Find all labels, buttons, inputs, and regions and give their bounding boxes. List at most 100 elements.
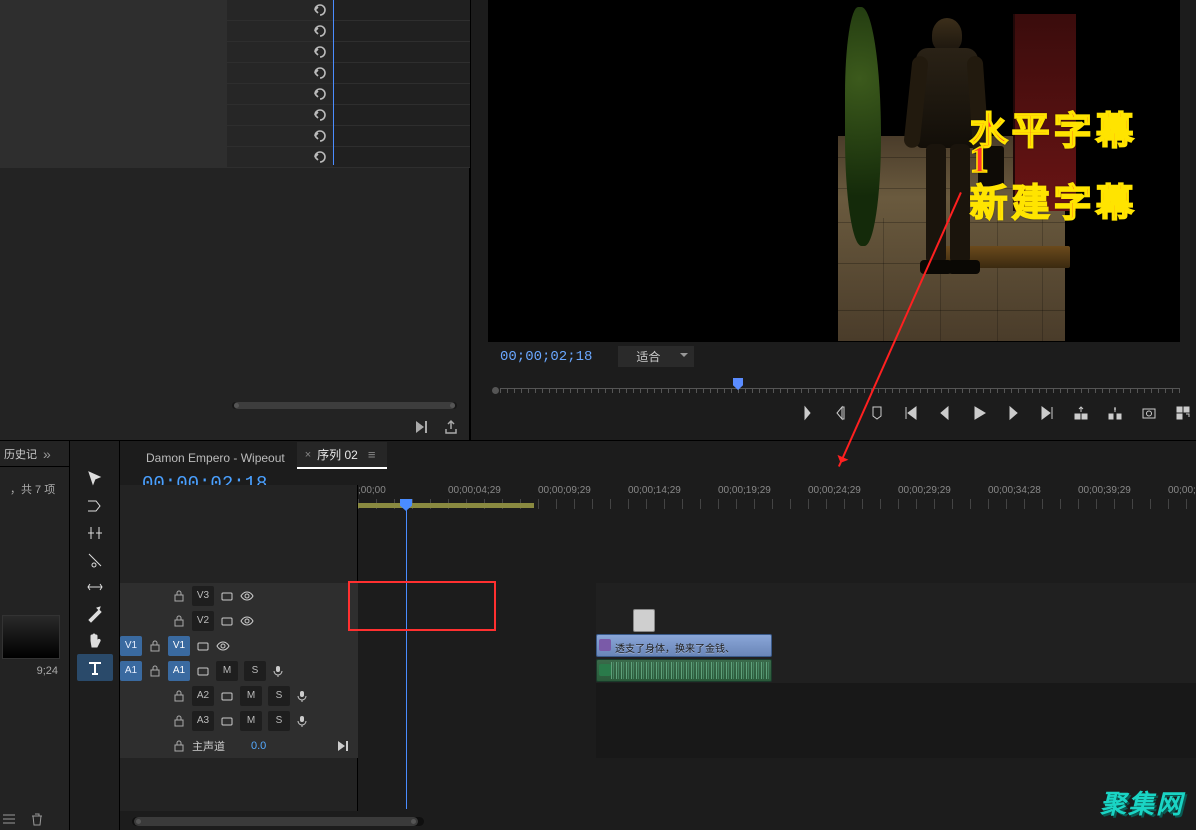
lock-icon[interactable] — [148, 639, 162, 653]
video-clip[interactable]: 透支了身体，换来了金钱、 — [596, 634, 772, 657]
mic-icon[interactable] — [296, 715, 308, 727]
track-header-V3[interactable]: V3 — [120, 583, 358, 608]
ripple-edit-tool[interactable] — [77, 519, 113, 546]
effect-property-row[interactable] — [0, 126, 470, 147]
eye-icon[interactable] — [240, 589, 254, 603]
hand-tool[interactable] — [77, 627, 113, 654]
sync-lock-icon[interactable] — [220, 689, 234, 703]
timeline-hscrollbar[interactable] — [132, 817, 424, 826]
sync-lock-icon[interactable] — [196, 639, 210, 653]
lock-icon[interactable] — [172, 714, 186, 728]
track-header-master[interactable]: 主声道 0.0 — [120, 733, 358, 758]
step-back-icon[interactable] — [937, 405, 953, 421]
effect-playhead[interactable] — [333, 0, 334, 165]
title-clip[interactable] — [633, 609, 655, 632]
reset-icon[interactable] — [311, 128, 327, 144]
effect-property-row[interactable] — [0, 147, 470, 168]
track-header-A2[interactable]: A2 M S — [120, 683, 358, 708]
mute-button[interactable]: M — [240, 686, 262, 706]
project-bin-item[interactable]: 9;24 — [2, 615, 62, 677]
goto-end-icon[interactable] — [336, 739, 350, 753]
mute-button[interactable]: M — [216, 661, 238, 681]
razor-tool[interactable] — [77, 546, 113, 573]
eye-icon[interactable] — [240, 614, 254, 628]
effect-property-row[interactable] — [0, 0, 470, 21]
track-lane-A2[interactable] — [596, 683, 1196, 708]
time-ruler[interactable]: ;00;0000;00;04;2900;00;09;2900;00;14;290… — [358, 485, 1196, 515]
project-tab[interactable]: 历史记 » — [0, 441, 69, 467]
track-header-V1[interactable]: V1 V1 — [120, 633, 358, 658]
source-patch[interactable]: V1 — [120, 636, 142, 656]
sync-lock-icon[interactable] — [220, 614, 234, 628]
pen-tool[interactable] — [77, 600, 113, 627]
program-timecode[interactable]: 00;00;02;18 — [500, 349, 592, 365]
effect-hscrollbar[interactable] — [232, 402, 457, 409]
effect-property-row[interactable] — [0, 84, 470, 105]
timeline-playhead-handle[interactable] — [400, 499, 412, 511]
track-header-V2[interactable]: V2 — [120, 608, 358, 633]
mic-icon[interactable] — [296, 690, 308, 702]
mark-in-icon[interactable] — [801, 405, 817, 421]
timeline-content[interactable]: ;00;0000;00;04;2900;00;09;2900;00;14;290… — [358, 485, 1196, 811]
tab-menu-icon[interactable]: ≡ — [368, 447, 376, 462]
work-area-bar[interactable] — [358, 503, 534, 508]
solo-button[interactable]: S — [268, 711, 290, 731]
reset-icon[interactable] — [311, 44, 327, 60]
sync-lock-icon[interactable] — [220, 589, 234, 603]
slip-tool[interactable] — [77, 573, 113, 600]
track-target[interactable]: A2 — [192, 686, 214, 706]
type-tool[interactable] — [77, 654, 113, 681]
solo-button[interactable]: S — [244, 661, 266, 681]
goto-out-icon[interactable] — [1039, 405, 1055, 421]
track-select-tool[interactable] — [77, 492, 113, 519]
lock-icon[interactable] — [172, 689, 186, 703]
sync-lock-icon[interactable] — [196, 664, 210, 678]
selection-tool[interactable] — [77, 465, 113, 492]
play-icon[interactable] — [971, 405, 987, 421]
track-lane-A3[interactable] — [596, 708, 1196, 733]
reset-icon[interactable] — [311, 65, 327, 81]
reset-icon[interactable] — [311, 86, 327, 102]
tab-close-icon[interactable]: × — [305, 449, 311, 461]
track-header-A1[interactable]: A1 A1 M S — [120, 658, 358, 683]
timeline-tab-1[interactable]: × 序列 02 ≡ — [297, 442, 388, 469]
export-frame-icon[interactable] — [1141, 405, 1157, 421]
eye-icon[interactable] — [216, 639, 230, 653]
fx-badge-icon[interactable] — [599, 664, 611, 676]
master-level[interactable]: 0.0 — [251, 740, 266, 752]
export-icon[interactable] — [443, 419, 459, 435]
reset-icon[interactable] — [311, 107, 327, 123]
step-fwd-icon[interactable] — [1005, 405, 1021, 421]
goto-in-icon[interactable] — [903, 405, 919, 421]
list-view-icon[interactable] — [2, 812, 16, 826]
source-patch[interactable]: A1 — [120, 661, 142, 681]
track-target[interactable]: A1 — [168, 661, 190, 681]
effect-property-row[interactable] — [0, 42, 470, 63]
effect-property-row[interactable] — [0, 105, 470, 126]
effect-property-row[interactable] — [0, 21, 470, 42]
track-target[interactable]: A3 — [192, 711, 214, 731]
reset-icon[interactable] — [311, 149, 327, 165]
effect-property-row[interactable] — [0, 63, 470, 84]
program-viewport[interactable]: 水平字幕 1 新建字幕 — [488, 0, 1180, 342]
track-header-A3[interactable]: A3 M S — [120, 708, 358, 733]
track-lane-V3[interactable] — [596, 583, 1196, 608]
fx-badge-icon[interactable] — [599, 639, 611, 651]
marker-icon[interactable] — [869, 405, 885, 421]
program-scrubber[interactable] — [492, 378, 1180, 396]
mute-button[interactable]: M — [240, 711, 262, 731]
track-lane-V1[interactable]: 透支了身体，换来了金钱、 — [596, 633, 1196, 658]
sync-lock-icon[interactable] — [220, 714, 234, 728]
lift-icon[interactable] — [1073, 405, 1089, 421]
track-target[interactable]: V1 — [168, 636, 190, 656]
trash-icon[interactable] — [30, 812, 44, 826]
zoom-fit-dropdown[interactable]: 适合 — [618, 346, 694, 367]
lock-icon[interactable] — [172, 589, 186, 603]
track-lane-master[interactable] — [596, 733, 1196, 758]
reset-icon[interactable] — [311, 23, 327, 39]
extract-icon[interactable] — [1107, 405, 1123, 421]
mark-out-icon[interactable] — [835, 405, 851, 421]
panel-menu-icon[interactable]: » — [43, 446, 51, 462]
track-target[interactable]: V3 — [192, 586, 214, 606]
audio-clip[interactable] — [596, 659, 772, 682]
